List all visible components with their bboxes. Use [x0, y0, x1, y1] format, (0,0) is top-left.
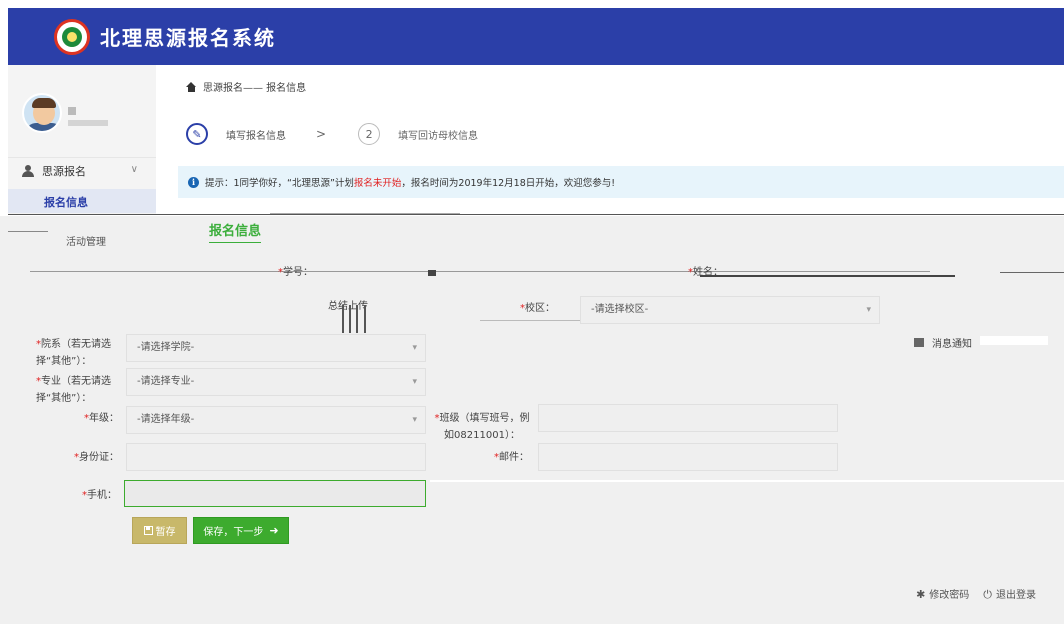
notice-banner: i 提示：1同学你好，“北理思源”计划 报名未开始 ，报名时间为2019年12月…: [178, 166, 1064, 198]
step-2-circle: 2: [358, 123, 381, 145]
home-icon[interactable]: [186, 81, 197, 92]
phone-input[interactable]: [124, 480, 426, 507]
info-icon: i: [188, 176, 199, 188]
message-notice[interactable]: 消息通知: [914, 335, 972, 350]
save-icon: [143, 526, 153, 535]
save-draft-label: 暂存: [155, 527, 176, 538]
message-label: 消息通知: [932, 339, 972, 350]
change-password-link[interactable]: ✱ 修改密码: [916, 586, 969, 602]
phone-label: *手机：: [82, 490, 117, 501]
divider: [8, 231, 48, 232]
arrow-right-icon: ➜: [269, 524, 279, 537]
save-next-button[interactable]: 保存，下一步 ➜: [193, 517, 289, 544]
college-select[interactable]: -请选择学院-: [126, 334, 426, 362]
grade-select[interactable]: -请选择年级-: [126, 406, 426, 434]
class-input[interactable]: [538, 404, 838, 432]
redacted-mark: [428, 270, 436, 276]
divider: [270, 213, 460, 214]
sidebar-section-signup[interactable]: 思源报名 ∨: [8, 157, 156, 183]
sidebar-item-signup-info[interactable]: 报名信息: [8, 189, 156, 213]
step-2-label: 填写回访母校信息: [398, 130, 479, 142]
major-label: *专业（若无请选择“其他”）：: [36, 376, 111, 404]
grade-label: *年级：: [84, 413, 119, 424]
breadcrumb-text: 思源报名—— 报名信息: [203, 83, 307, 94]
email-label: *邮件：: [494, 452, 529, 463]
divider: [30, 271, 930, 272]
divider: [700, 275, 955, 277]
logout-link[interactable]: ⏻ 退出登录: [983, 586, 1036, 602]
notice-status: 报名未开始: [353, 178, 402, 189]
message-bar: [980, 336, 1048, 345]
sidebar: 思源报名 ∨ 报名信息: [8, 65, 156, 215]
campus-label: *校区：: [520, 303, 555, 314]
save-next-label: 保存，下一步: [203, 527, 264, 538]
divider: [1000, 272, 1064, 273]
name-label: *姓名：: [688, 267, 723, 278]
step-1-label: 填写报名信息: [226, 130, 286, 142]
id-card-label: *身份证：: [74, 452, 119, 463]
footer-links: ✱ 修改密码 ⏻ 退出登录: [916, 586, 1036, 602]
message-icon: [914, 338, 924, 347]
chevron-down-icon: ∨: [130, 164, 138, 175]
avatar[interactable]: [22, 93, 62, 133]
save-draft-button[interactable]: 暂存: [132, 517, 187, 544]
top-header: 北理思源报名系统: [8, 8, 1064, 65]
power-icon: ⏻: [983, 588, 992, 601]
campus-select[interactable]: -请选择校区-: [580, 296, 880, 324]
system-title: 北理思源报名系统: [100, 26, 276, 50]
gear-icon: ✱: [916, 588, 926, 601]
summary-upload-bars[interactable]: [340, 305, 370, 333]
username-redacted: [68, 107, 76, 115]
user-icon: [22, 164, 34, 177]
userinfo-redacted: [68, 120, 108, 126]
divider: [430, 480, 1064, 482]
notice-prefix: 提示：1同学你好，“北理思源”计划: [205, 178, 354, 189]
step-1-pencil-icon: ✎: [186, 123, 208, 145]
major-select[interactable]: -请选择专业-: [126, 368, 426, 396]
form-title: 报名信息: [209, 220, 262, 243]
student-id-label: *学号：: [278, 267, 313, 278]
college-label: *院系（若无请选择“其他”）：: [36, 339, 111, 367]
divider: [8, 214, 1064, 215]
class-label: *班级（填写班号，例如08211001）：: [434, 413, 530, 441]
school-logo-icon: [54, 18, 90, 55]
email-input[interactable]: [538, 443, 838, 471]
step-separator: >: [316, 127, 327, 141]
notice-suffix: ，报名时间为2019年12月18日开始，欢迎您参与!: [401, 178, 616, 189]
step-indicator: ✎ 填写报名信息 > 2 填写回访母校信息: [186, 123, 478, 145]
sidebar-item-activity[interactable]: 活动管理: [66, 233, 106, 248]
id-card-input[interactable]: [126, 443, 426, 471]
breadcrumb: 思源报名—— 报名信息: [186, 79, 306, 94]
sidebar-section-label: 思源报名: [42, 164, 86, 178]
